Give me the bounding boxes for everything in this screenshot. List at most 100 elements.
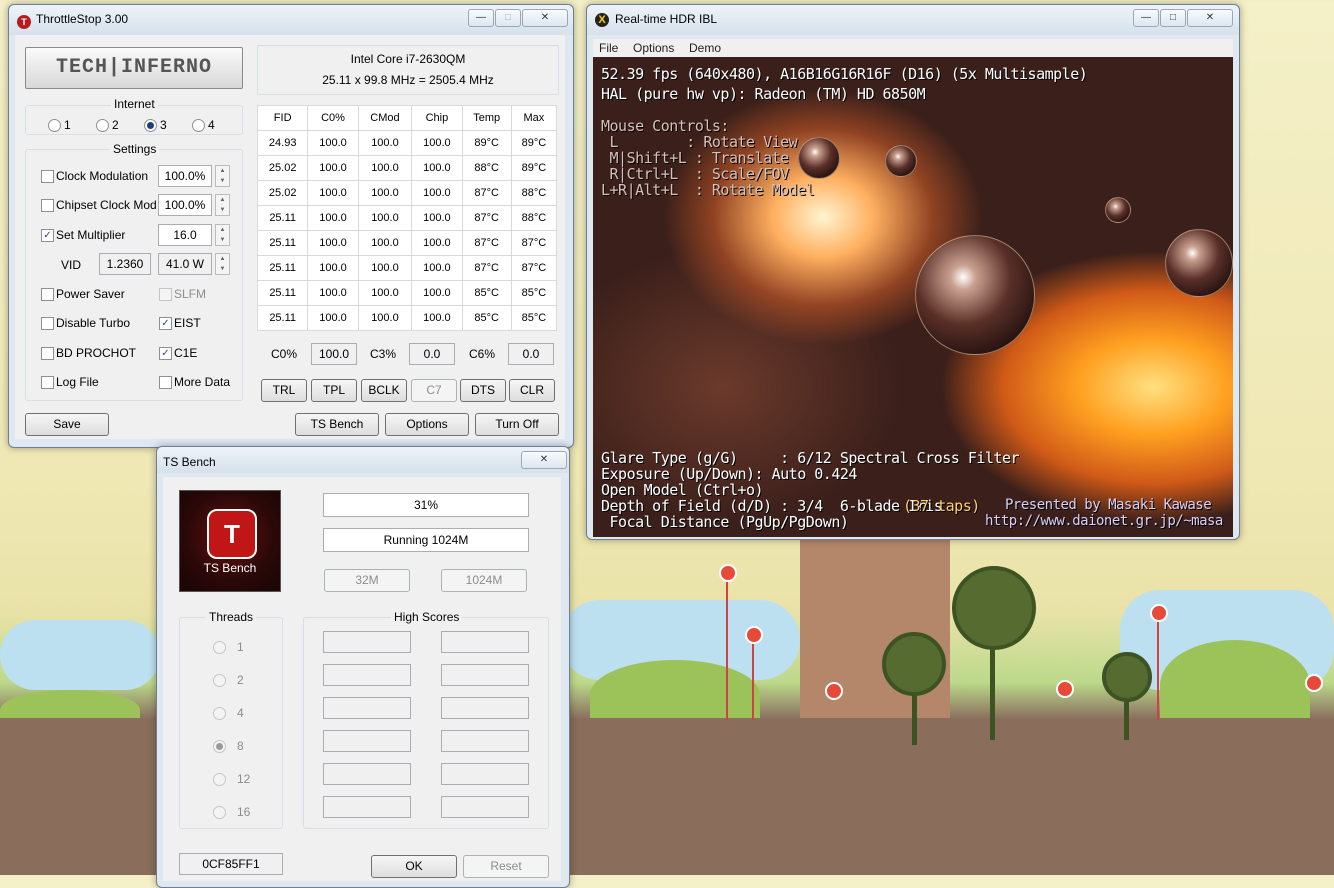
slfm-checkbox[interactable] [159,288,172,301]
clock-modulation-value[interactable]: 100.0% [158,165,212,187]
hud-mouse-line: L+R|Alt+L : Rotate Model [601,181,815,199]
ts-bench-close-button[interactable]: ✕ [521,451,567,469]
size-1024m-button[interactable]: 1024M [441,569,527,592]
bd-prochot-checkbox[interactable] [41,347,54,360]
stop-sign-icon: T [207,509,257,559]
table-cell: 87°C [461,205,512,231]
table-cell: 100.0 [357,280,413,306]
c6-value: 0.0 [508,343,554,365]
throttlestop-client: TECH|INFERNO Intel Core i7-2630QM 25.11 … [15,35,565,439]
dts-button[interactable]: DTS [460,379,506,402]
table-row: 25.02 100.0 100.0 100.0 87°C 88°C [256,180,558,206]
maximize-button[interactable]: □ [495,9,521,27]
thread-radio-4[interactable] [213,707,226,720]
profile-radio-4[interactable] [192,119,205,132]
tpl-button[interactable]: TPL [311,379,357,402]
c0-value: 100.0 [311,343,357,365]
col-fid: FID [256,105,309,131]
table-cell: 87°C [461,230,512,256]
col-cmod: CMod [357,105,413,131]
chipset-clock-mod-spinner[interactable]: ▲ ▼ [215,194,230,216]
table-cell: 100.0 [307,130,359,156]
settings-group-title: Settings [110,142,160,156]
wallpaper-flower [825,682,843,700]
set-multiplier-spinner[interactable]: ▲ ▼ [215,224,230,246]
hdr-close-button[interactable]: ✕ [1187,9,1233,27]
thread-label: 16 [237,805,251,819]
thread-radio-12[interactable] [213,773,226,786]
bclk-button[interactable]: BCLK [361,379,407,402]
ts-bench-titlebar[interactable] [157,447,569,473]
close-button[interactable]: ✕ [522,9,568,27]
hdr-menubar: File Options Demo [593,39,1233,58]
thread-radio-16[interactable] [213,806,226,819]
options-button[interactable]: Options [385,413,469,436]
table-cell: 100.0 [411,230,463,256]
table-cell: 24.93 [256,130,309,156]
clock-modulation-spinner[interactable]: ▲ ▼ [215,165,230,187]
directx-icon: X [595,13,609,27]
hdr-maximize-button[interactable]: □ [1160,9,1186,27]
set-multiplier-checkbox[interactable]: ✓ [41,229,54,242]
clock-modulation-checkbox[interactable] [41,170,54,183]
techinferno-logo[interactable]: TECH|INFERNO [25,47,243,89]
turn-off-button[interactable]: Turn Off [475,413,559,436]
size-32m-button[interactable]: 32M [324,569,410,592]
profile-radio-3[interactable] [144,119,157,132]
render-sphere [798,137,840,179]
hdr-minimize-button[interactable]: — [1133,9,1159,27]
table-cell: 87°C [510,255,558,281]
power-saver-checkbox[interactable] [41,288,54,301]
ts-bench-button[interactable]: TS Bench [295,413,379,436]
threads-group [179,617,283,829]
profile-radio-2[interactable] [96,119,109,132]
eist-checkbox[interactable]: ✓ [159,317,172,330]
chipset-clock-mod-checkbox[interactable] [41,199,54,212]
thread-radio-8[interactable] [213,740,226,753]
wallpaper-flower [1056,680,1074,698]
wallpaper-plant-stem [990,640,995,740]
profile-radio-1[interactable] [48,119,61,132]
hud-dof-taps: (37 taps) [903,497,980,515]
high-score-slot [441,631,529,653]
table-cell: 100.0 [357,180,413,206]
chipset-clock-mod-value[interactable]: 100.0% [158,194,212,216]
power-spinner[interactable]: ▲ ▼ [215,253,230,275]
hdr-render-viewport[interactable]: 52.39 fps (640x480), A16B16G16R16F (D16)… [593,57,1233,537]
table-cell: 85°C [510,280,558,306]
high-score-slot [323,730,411,752]
minimize-button[interactable]: — [468,9,494,27]
vid-label: VID [61,258,82,272]
thread-radio-2[interactable] [213,674,226,687]
ts-bench-logo: T TS Bench [179,490,281,592]
save-button[interactable]: Save [25,413,109,436]
hdr-title: Real-time HDR IBL [615,12,718,26]
menu-options[interactable]: Options [633,41,674,55]
disable-turbo-checkbox[interactable] [41,317,54,330]
set-multiplier-value[interactable]: 16.0 [158,224,212,246]
profile-label-3: 3 [160,118,167,132]
trl-button[interactable]: TRL [261,379,307,402]
table-cell: 88°C [510,205,558,231]
table-cell: 88°C [461,155,512,181]
thread-radio-1[interactable] [213,641,226,654]
c1e-checkbox[interactable]: ✓ [159,347,172,360]
log-file-checkbox[interactable] [41,376,54,389]
wallpaper-tree-trunk [800,530,950,730]
table-cell: 100.0 [307,280,359,306]
table-cell: 100.0 [357,205,413,231]
bd-prochot-label: BD PROCHOT [56,346,137,360]
wallpaper-flower-stem [752,640,754,720]
hud-fps: 52.39 fps (640x480), A16B16G16R16F (D16)… [601,65,1088,83]
hud-hal: HAL (pure hw vp): Radeon (TM) HD 6850M [601,85,926,103]
clr-button[interactable]: CLR [509,379,555,402]
menu-demo[interactable]: Demo [689,41,721,55]
slfm-label: SLFM [174,287,207,301]
cpu-frequency: 25.11 x 99.8 MHz = 2505.4 MHz [322,73,494,87]
disable-turbo-label: Disable Turbo [56,316,131,330]
c6-label: C6% [469,347,496,361]
menu-file[interactable]: File [599,41,618,55]
table-cell: 25.11 [256,230,309,256]
c7-button[interactable]: C7 [411,379,457,402]
more-data-checkbox[interactable] [159,376,172,389]
